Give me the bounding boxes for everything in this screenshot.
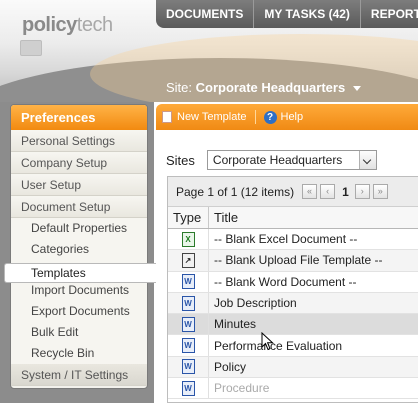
upload-icon: ↗ (181, 252, 195, 268)
site-switcher[interactable]: Site: Corporate Headquarters (166, 80, 361, 95)
column-header-title[interactable]: Title (209, 207, 238, 228)
table-row[interactable]: W Minutes (168, 314, 418, 336)
sidebar-item-company-setup[interactable]: Company Setup (11, 152, 147, 174)
help-icon: ? (263, 110, 277, 124)
sidebar-item-recycle-bin[interactable]: Recycle Bin (11, 342, 147, 364)
sidebar-item-system-it-settings[interactable]: System / IT Settings (11, 363, 147, 386)
templates-toolbar: New Template ? Help (156, 104, 418, 130)
row-title[interactable]: Policy (209, 360, 246, 374)
table-row[interactable]: W Procedure (168, 378, 418, 400)
sidebar-item-document-setup[interactable]: Document Setup (11, 196, 147, 218)
preferences-sidebar: Preferences Personal Settings Company Se… (10, 104, 148, 389)
nav-documents[interactable]: DOCUMENTS (156, 0, 255, 28)
sites-filter: Sites Corporate Headquarters (166, 150, 377, 170)
nav-my-tasks[interactable]: MY TASKS (42) (254, 0, 361, 28)
top-navigation: DOCUMENTS MY TASKS (42) REPORTS (156, 0, 418, 30)
word-icon: W (181, 359, 195, 375)
dropdown-arrow-icon[interactable] (358, 151, 376, 169)
current-page-number[interactable]: 1 (342, 185, 349, 199)
table-row[interactable]: X -- Blank Excel Document -- (168, 229, 418, 251)
sidebar-item-templates-label: Templates (31, 266, 86, 280)
sites-label: Sites (166, 152, 195, 168)
sidebar-item-bulk-edit[interactable]: Bulk Edit (11, 321, 147, 343)
table-row[interactable]: W Policy (168, 356, 418, 379)
row-title[interactable]: -- Blank Upload File Template -- (209, 253, 383, 267)
pager-summary: Page 1 of 1 (12 items) (176, 184, 295, 199)
word-icon: W (181, 295, 195, 311)
policytech-logo[interactable]: policytech (22, 14, 113, 37)
sites-dropdown-value: Corporate Headquarters (212, 153, 343, 167)
row-title[interactable]: Job Description (209, 296, 297, 310)
table-header: Type Title (168, 207, 418, 229)
help-button[interactable]: ? Help (258, 110, 310, 124)
first-page-icon[interactable]: « (302, 184, 318, 199)
column-header-type[interactable]: Type (168, 207, 209, 228)
sites-dropdown[interactable]: Corporate Headquarters (206, 150, 377, 170)
toolbar-divider (254, 110, 256, 124)
excel-icon: X (181, 231, 195, 247)
main-content: New Template ? Help Sites Corporate Head… (156, 102, 418, 403)
app-header: policytech DOCUMENTS MY TASKS (42) REPOR… (0, 0, 418, 102)
sidebar-item-export-documents[interactable]: Export Documents (11, 301, 147, 322)
sidebar-item-default-properties[interactable]: Default Properties (11, 218, 147, 239)
new-document-icon (162, 111, 172, 123)
pager: Page 1 of 1 (12 items) « ‹ 1 › » (168, 177, 418, 207)
site-name: Corporate Headquarters (195, 80, 346, 95)
sidebar-item-import-documents[interactable]: Import Documents (11, 280, 147, 302)
help-label: Help (280, 111, 304, 123)
row-title[interactable]: Minutes (209, 317, 256, 331)
preferences-header: Preferences (11, 105, 147, 130)
templates-grid: Page 1 of 1 (12 items) « ‹ 1 › » Type Ti… (167, 176, 418, 403)
sidebar-item-user-setup[interactable]: User Setup (11, 174, 147, 196)
word-icon: W (181, 274, 195, 290)
table-row[interactable]: W -- Blank Word Document -- (168, 271, 418, 293)
mouse-pointer-icon (261, 332, 274, 351)
previous-page-icon[interactable]: ‹ (320, 184, 336, 199)
last-page-icon[interactable]: » (372, 184, 388, 199)
chevron-down-icon (352, 86, 361, 92)
nav-reports[interactable]: REPORTS (360, 0, 418, 28)
new-template-button[interactable]: New Template (156, 111, 253, 123)
row-title[interactable]: -- Blank Word Document -- (209, 275, 356, 289)
table-row[interactable]: W Job Description (168, 292, 418, 315)
sidebar-item-templates[interactable]: Templates (4, 263, 166, 283)
row-title[interactable]: Performance Evaluation (209, 339, 342, 353)
site-label: Site: (166, 80, 193, 95)
table-row[interactable]: W Performance Evaluation (168, 335, 418, 357)
next-page-icon[interactable]: › (354, 184, 370, 199)
row-title[interactable]: Procedure (209, 381, 269, 395)
logo-graphic (20, 40, 42, 56)
word-icon: W (181, 316, 195, 332)
word-icon: W (181, 338, 195, 354)
new-template-label: New Template (177, 111, 247, 123)
word-icon: W (181, 380, 195, 396)
row-title[interactable]: -- Blank Excel Document -- (209, 232, 357, 246)
sidebar-item-categories[interactable]: Categories (11, 238, 147, 260)
sidebar-item-personal-settings[interactable]: Personal Settings (11, 130, 147, 152)
table-row[interactable]: ↗ -- Blank Upload File Template -- (168, 250, 418, 272)
